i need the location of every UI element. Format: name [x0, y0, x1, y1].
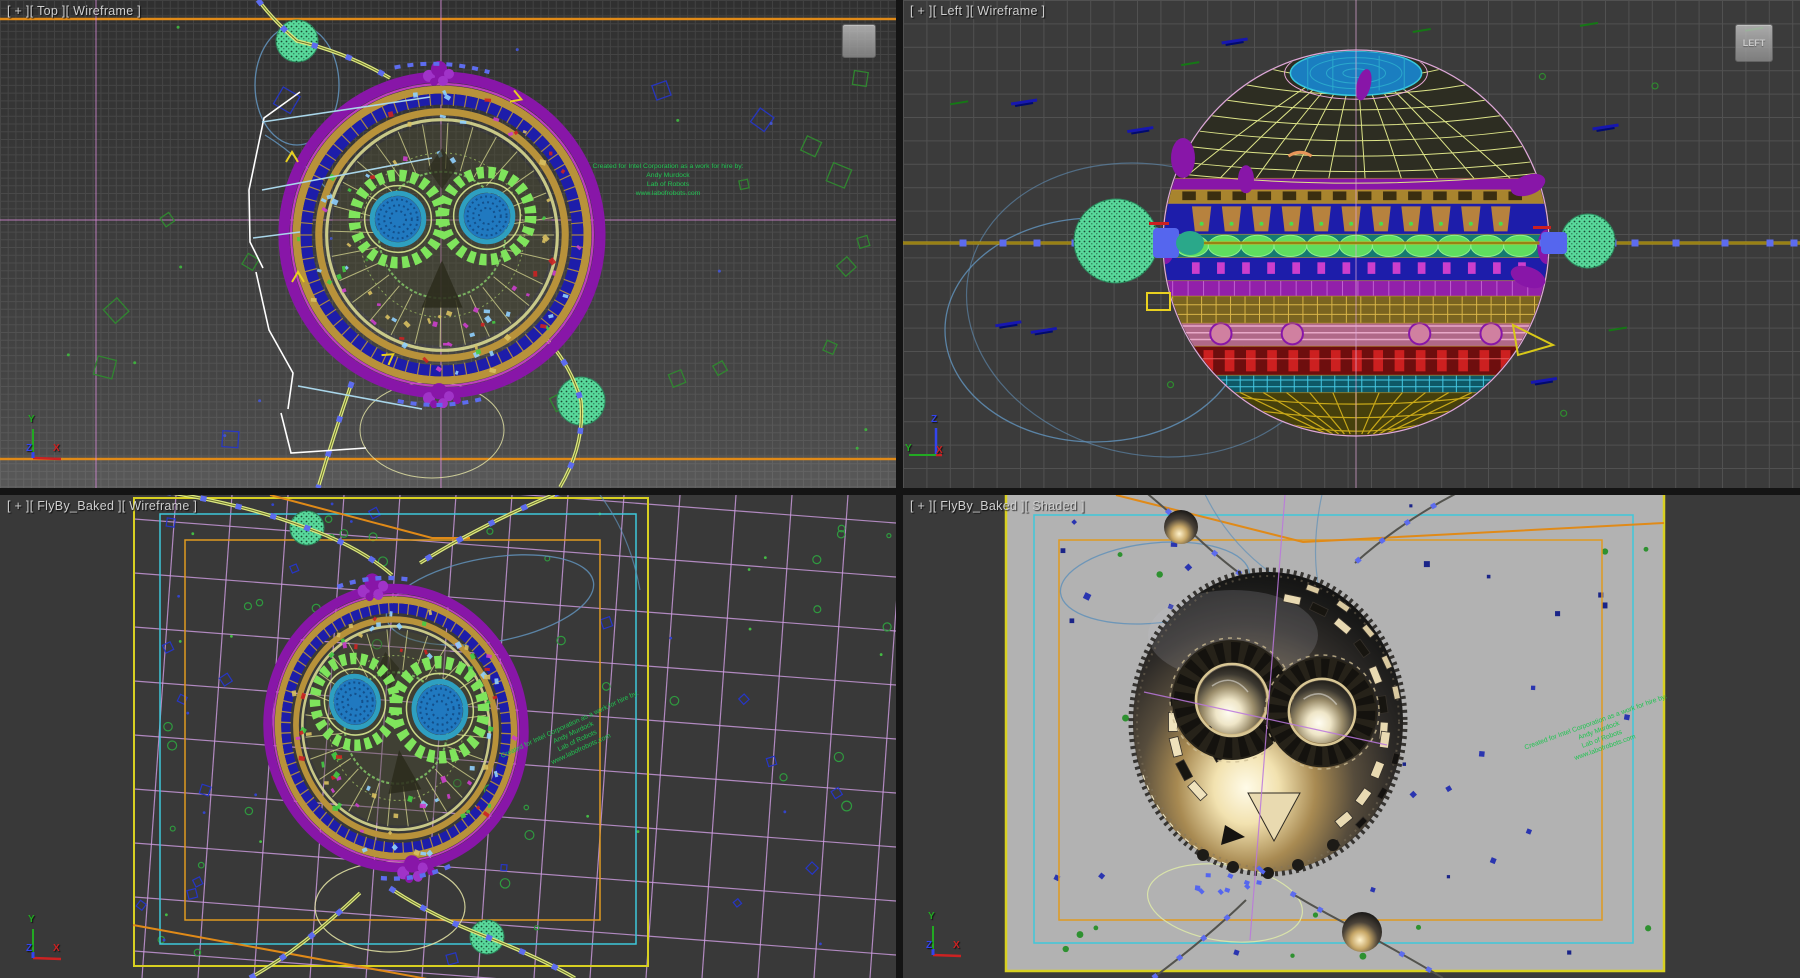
axis-y-label: Y	[905, 443, 912, 454]
viewport-menu-icon[interactable]: [ + ]	[7, 499, 30, 513]
viewport-shading-menu[interactable]: [ Shaded ]	[1025, 499, 1085, 513]
viewport-pov-menu[interactable]: [ Left ]	[933, 4, 970, 18]
viewport-left[interactable]: [ + ][ Left ][ Wireframe ] LEFT Z Y X	[903, 0, 1800, 488]
viewport-shading-menu[interactable]: [ Wireframe ]	[66, 4, 141, 18]
viewport-top[interactable]: [ + ][ Top ][ Wireframe ] Created for In…	[0, 0, 896, 488]
shaded-path-sphere[interactable]	[1342, 912, 1382, 952]
axis-y-label: Y	[28, 414, 35, 425]
viewport-pov-menu[interactable]: [ FlyBy_Baked ]	[933, 499, 1025, 513]
axis-y-label: Y	[928, 911, 935, 922]
viewport-flyby-shaded[interactable]: [ + ][ FlyBy_Baked ][ Shaded ] Created f…	[903, 495, 1800, 978]
viewport-menu-icon[interactable]: [ + ]	[910, 4, 933, 18]
viewport-grid: [ + ][ Top ][ Wireframe ] Created for In…	[0, 0, 1800, 978]
green-path-sphere[interactable]	[1074, 199, 1158, 283]
viewport-flyby-wireframe[interactable]: [ + ][ FlyBy_Baked ][ Wireframe ] Create…	[0, 495, 896, 978]
viewport-pov-menu[interactable]: [ FlyBy_Baked ]	[30, 499, 122, 513]
watermark-text: Created for Intel Corporation as a work …	[583, 162, 753, 198]
ornament-ball[interactable]	[247, 555, 544, 899]
axis-x-label: X	[53, 443, 60, 454]
viewport-canvas-flyby-shaded	[903, 495, 1800, 978]
shaded-path-sphere[interactable]	[1164, 510, 1198, 544]
viewcube-face-label[interactable]: LEFT	[1743, 38, 1766, 48]
axis-y-label: Y	[28, 914, 35, 925]
viewcube-top[interactable]	[842, 24, 876, 58]
viewport-canvas-left	[903, 0, 1800, 488]
viewport-label-flyby-wire: [ + ][ FlyBy_Baked ][ Wireframe ]	[7, 499, 197, 513]
viewport-pov-menu[interactable]: [ Top ]	[30, 4, 66, 18]
viewport-label-top: [ + ][ Top ][ Wireframe ]	[7, 4, 141, 18]
viewport-label-flyby-shaded: [ + ][ FlyBy_Baked ][ Shaded ]	[910, 499, 1085, 513]
viewport-canvas-top	[0, 0, 896, 488]
viewport-label-left: [ + ][ Left ][ Wireframe ]	[910, 4, 1045, 18]
axis-z-label: Z	[26, 443, 32, 454]
viewport-shading-menu[interactable]: [ Wireframe ]	[122, 499, 197, 513]
axis-x-label: X	[53, 943, 60, 954]
viewport-menu-icon[interactable]: [ + ]	[7, 4, 30, 18]
viewport-canvas-flyby-wire	[0, 495, 896, 978]
axis-z-label: Z	[26, 943, 32, 954]
green-path-sphere[interactable]	[1561, 214, 1615, 268]
axis-x-label: X	[936, 445, 943, 456]
axis-z-label: Z	[926, 940, 932, 951]
viewcube-left[interactable]: LEFT	[1735, 24, 1773, 62]
axis-x-label: X	[953, 940, 960, 951]
axis-z-label: Z	[931, 414, 937, 425]
viewport-shading-menu[interactable]: [ Wireframe ]	[970, 4, 1045, 18]
viewport-menu-icon[interactable]: [ + ]	[910, 499, 933, 513]
